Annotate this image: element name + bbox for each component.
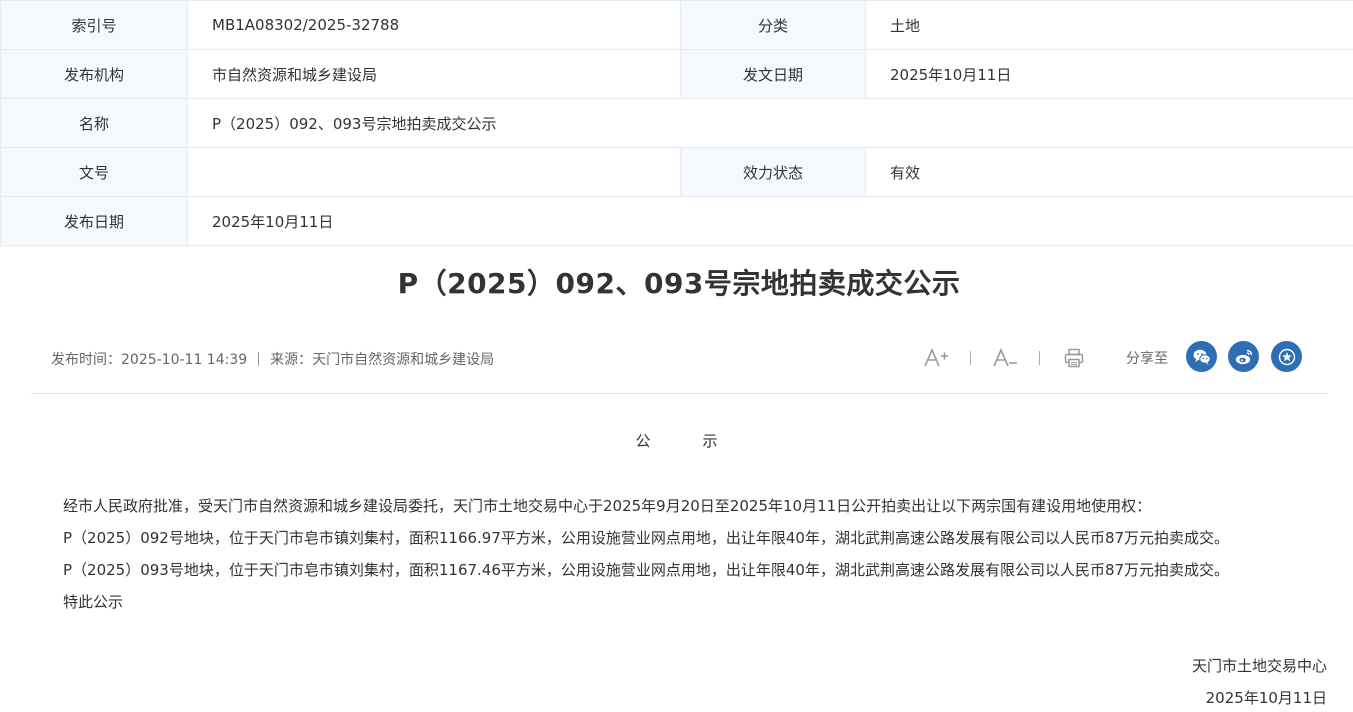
tool-divider xyxy=(1039,351,1040,365)
article-source: 来源：天门市自然资源和城乡建设局 xyxy=(270,352,495,368)
publish-date-label: 发布日期 xyxy=(0,196,188,246)
doc-no-value xyxy=(187,147,681,197)
doc-no-label: 文号 xyxy=(0,147,188,197)
signature-org: 天门市土地交易中心 xyxy=(1191,657,1327,675)
notice-heading-char: 示 xyxy=(702,432,718,450)
article-title: P（2025）092、093号宗地拍卖成交公示 xyxy=(397,267,961,300)
meta-content-divider xyxy=(31,393,1327,394)
font-increase-icon xyxy=(924,348,948,367)
font-increase-button[interactable] xyxy=(918,340,954,376)
status-label: 效力状态 xyxy=(680,147,866,197)
notice-paragraph: 经市人民政府批准，受天门市自然资源和城乡建设局委托，天门市土地交易中心于2025… xyxy=(63,497,1152,515)
publish-time: 发布时间：2025-10-11 14:39 xyxy=(51,352,248,368)
index-label: 索引号 xyxy=(0,0,188,50)
index-value: MB1A08302/2025-32788 xyxy=(187,0,681,50)
info-row: 发布机构 市自然资源和城乡建设局 发文日期 2025年10月11日 xyxy=(0,49,1353,99)
print-icon xyxy=(1064,348,1084,368)
info-row: 文号 效力状态 有效 xyxy=(0,147,1353,197)
print-button[interactable] xyxy=(1056,340,1092,376)
meta-divider xyxy=(258,352,260,366)
font-decrease-button[interactable] xyxy=(987,340,1023,376)
notice-paragraph: P（2025）092号地块，位于天门市皂市镇刘集村，面积1166.97平方米，公… xyxy=(63,529,1230,547)
favorite-button[interactable] xyxy=(1271,341,1302,372)
org-label: 发布机构 xyxy=(0,49,188,99)
category-value: 土地 xyxy=(865,0,1353,50)
notice-heading-char: 公 xyxy=(635,432,651,450)
weibo-share-button[interactable] xyxy=(1228,341,1259,372)
signature-date: 2025年10月11日 xyxy=(1205,689,1327,707)
wechat-icon xyxy=(1193,349,1211,365)
share-label: 分享至 xyxy=(1126,351,1168,367)
name-label: 名称 xyxy=(0,98,188,148)
name-value: P（2025）092、093号宗地拍卖成交公示 xyxy=(187,98,1353,148)
publish-date-value: 2025年10月11日 xyxy=(187,196,1353,246)
article-meta: 发布时间：2025-10-11 14:39 来源：天门市自然资源和城乡建设局 xyxy=(51,349,494,369)
notice-closing: 特此公示 xyxy=(63,593,124,611)
issue-date-value: 2025年10月11日 xyxy=(865,49,1353,99)
wechat-share-button[interactable] xyxy=(1186,341,1217,372)
issue-date-label: 发文日期 xyxy=(680,49,866,99)
info-row: 索引号 MB1A08302/2025-32788 分类 土地 xyxy=(0,0,1353,50)
notice-heading: 公示 xyxy=(0,430,1353,451)
tool-divider xyxy=(970,351,971,365)
notice-paragraph: P（2025）093号地块，位于天门市皂市镇刘集村，面积1167.46平方米，公… xyxy=(63,561,1230,579)
info-row: 名称 P（2025）092、093号宗地拍卖成交公示 xyxy=(0,98,1353,148)
document-info-table: 索引号 MB1A08302/2025-32788 分类 土地 发布机构 市自然资… xyxy=(0,0,1353,246)
info-row: 发布日期 2025年10月11日 xyxy=(0,196,1353,246)
status-value: 有效 xyxy=(865,147,1353,197)
weibo-icon xyxy=(1235,349,1252,364)
font-decrease-icon xyxy=(993,348,1017,367)
star-icon xyxy=(1278,348,1295,365)
org-value: 市自然资源和城乡建设局 xyxy=(187,49,681,99)
category-label: 分类 xyxy=(680,0,866,50)
article-toolbar xyxy=(918,340,1092,376)
